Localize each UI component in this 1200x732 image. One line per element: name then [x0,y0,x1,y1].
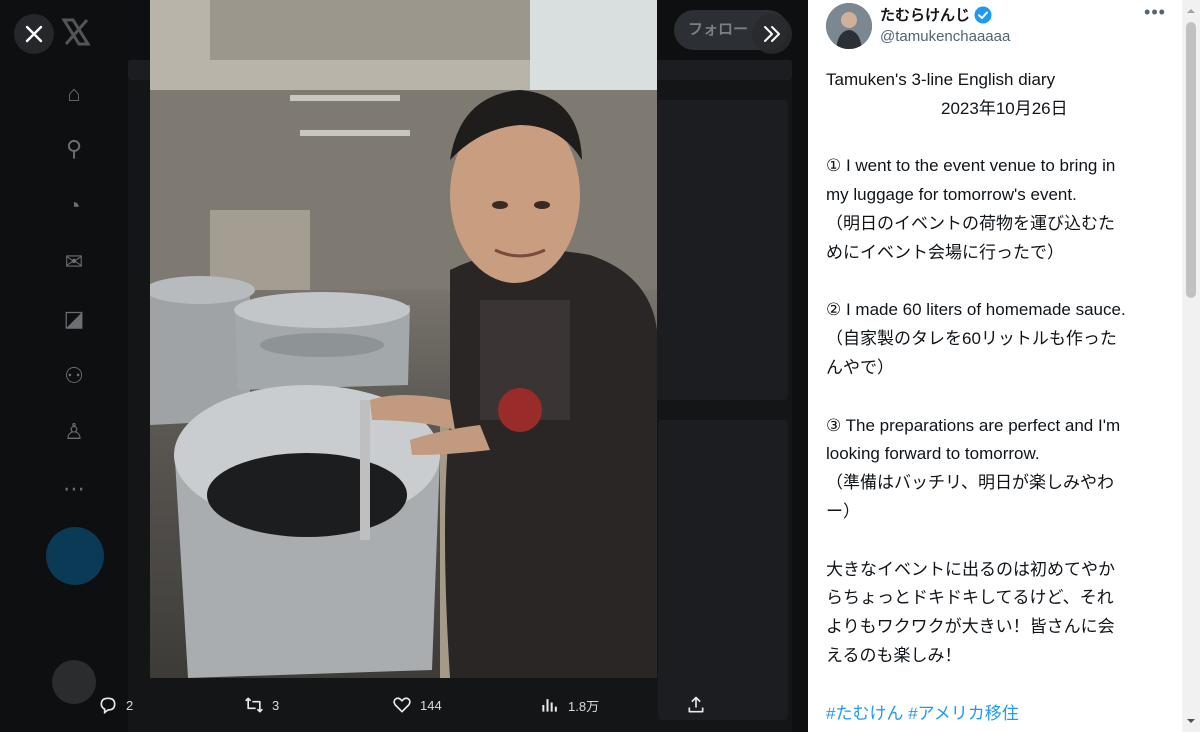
diary-line-3-en: looking forward to tomorrow. [826,444,1040,464]
tweet-title: Tamuken's 3-line English diary [826,70,1056,89]
media-action-bar: 2 3 144 1.8万 [96,684,716,726]
author-name-text: たむらけんじ [880,7,971,24]
hashtags: #たむけん #アメリカ移住 [826,700,1166,729]
scroll-down-icon[interactable] [1186,716,1196,726]
repost-count: 3 [272,697,280,713]
diary-line-1-ja: （明日のイベントの荷物を運び込むた [826,213,1115,233]
x-logo[interactable] [58,14,94,50]
views-icon [542,699,557,712]
scroll-up-icon[interactable] [1186,6,1196,16]
author-handle[interactable]: @tamukenchaaaaa [880,28,1010,45]
diary-line-2-ja: （自家製のタレを60リットルも作った [826,329,1117,349]
expand-icon [764,26,780,42]
compose-button-background [46,527,104,585]
views-button[interactable]: 1.8万 [540,684,599,726]
x-logo-icon [61,18,91,46]
background-nav: ⌂ ⚲ ◔ ✉ ◪ ⚇ ♙ ⋯ [40,0,108,732]
diary-line-3-ja: （準備はバッチリ、明日が楽しみやわ [826,473,1114,493]
views-count: 1.8万 [568,698,600,714]
closing-text: よりもワクワクが大きい！皆さんに会 [826,617,1115,637]
home-icon: ⌂ [67,81,81,106]
author-avatar[interactable] [826,3,872,49]
expand-panel-button[interactable] [752,14,792,54]
reply-button[interactable]: 2 [98,684,133,726]
close-icon [25,25,43,43]
notifications-icon: ◔ [67,193,81,218]
tweet-detail-panel: たむらけんじ @tamukenchaaaaa ••• Tamuken's 3-l… [808,0,1200,732]
diary-line-2-ja: んやで） [826,357,894,377]
grok-icon: ◪ [63,306,85,331]
profile-icon: ♙ [64,419,84,444]
tweet-date: 2023年10月26日 [941,98,1068,118]
diary-line-3-ja: ー） [826,501,860,521]
diary-line-2-en: ② I made 60 liters of homemade sauce. [826,300,1126,320]
media-photo[interactable] [150,0,657,678]
background-card [658,420,788,720]
more-options-button[interactable]: ••• [1142,2,1168,28]
tweet-text: Tamuken's 3-line English diary 2023年10月2… [826,66,1166,728]
diary-line-3-en: ③ The preparations are perfect and I'm [826,415,1121,435]
close-button[interactable] [14,14,54,54]
panel-scrollbar[interactable] [1182,0,1200,732]
like-icon [393,697,411,713]
verified-badge-icon [974,6,992,23]
reply-icon [100,697,116,715]
account-avatar-background [52,660,96,704]
like-button[interactable]: 144 [392,684,442,726]
diary-line-1-en: my luggage for tomorrow's event. [826,185,1077,205]
closing-text: えるのも楽しみ！ [826,645,962,665]
hashtag-link[interactable]: #アメリカ移住 [908,704,1019,723]
closing-text: 大きなイベントに出るのは初めてやか [826,559,1115,579]
repost-icon [245,697,263,713]
avatar-image [826,3,872,49]
search-icon: ⚲ [65,136,83,161]
communities-icon: ⚇ [64,363,84,388]
scrollbar-thumb[interactable] [1186,22,1196,298]
author-name[interactable]: たむらけんじ [880,4,992,25]
repost-button[interactable]: 3 [244,684,279,726]
more-nav-icon: ⋯ [63,476,85,501]
background-card [648,100,788,400]
more-icon: ••• [1144,2,1166,22]
messages-icon: ✉ [64,249,84,274]
like-count: 144 [420,697,442,713]
diary-line-1-en: ① I went to the event venue to bring in [826,156,1116,176]
reply-count: 2 [126,697,134,713]
hashtag-link[interactable]: #たむけん [826,704,903,723]
closing-text: らちょっとドキドキしてるけど、それ [826,588,1114,608]
photo-illustration [150,0,657,678]
diary-line-1-ja: めにイベント会場に行ったで） [826,242,1064,262]
share-icon [688,696,704,713]
share-button[interactable] [686,684,706,726]
